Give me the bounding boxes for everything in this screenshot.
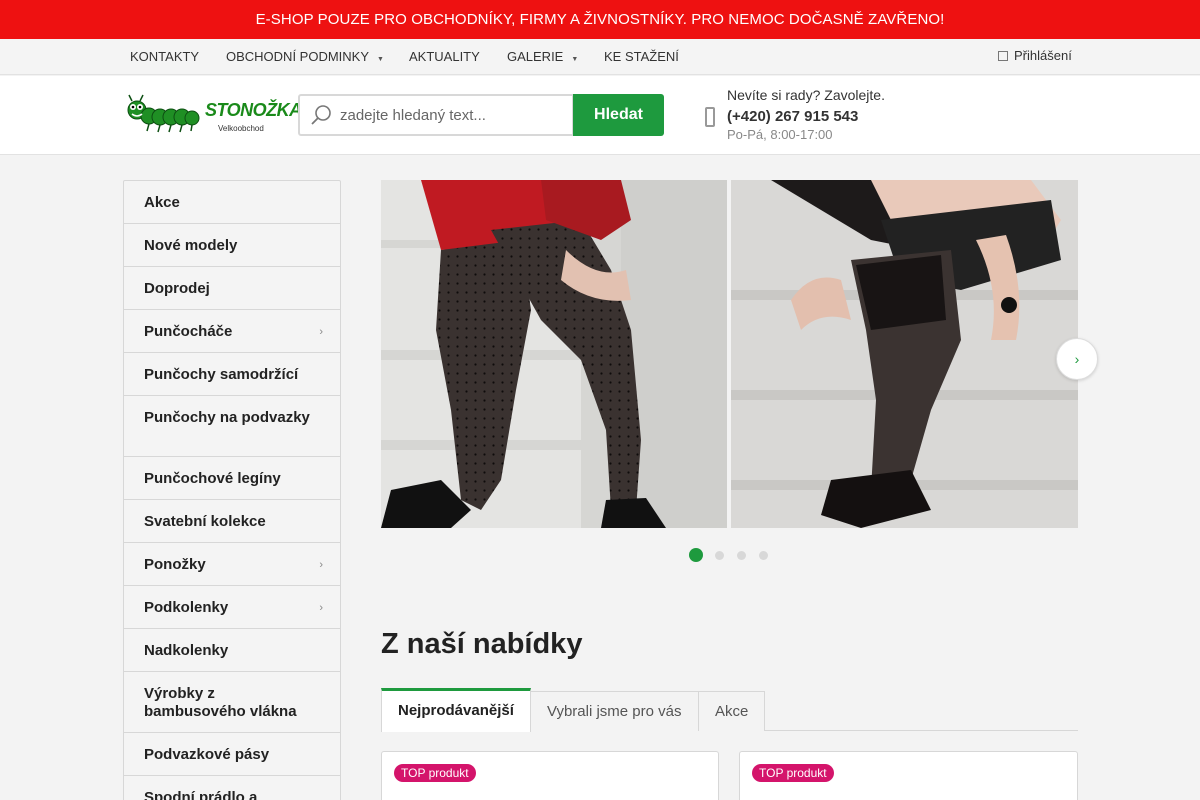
login-link[interactable]: Přihlášení [998,39,1072,75]
chevron-down-icon: ▼ [571,56,579,63]
sidebar-item-ponozky[interactable]: Ponožky › [124,543,340,586]
sidebar-item-puncochy-na-podvazky[interactable]: Punčochy na podvazky [124,396,340,457]
nav-label: AKTUALITY [409,49,480,64]
nav-label: GALERIE [507,49,564,64]
sidebar-item-label: Nové modely [144,237,238,254]
caterpillar-logo-icon [127,94,200,133]
tab-vybrali-jsme[interactable]: Vybrali jsme pro vás [530,691,699,731]
help-phone[interactable]: (+420) 267 915 543 [727,108,858,125]
sidebar-item-nadkolenky[interactable]: Nadkolenky [124,629,340,672]
tab-akce[interactable]: Akce [698,691,766,731]
slide-image-right [731,180,1078,528]
sidebar-item-label: Podkolenky [144,599,229,616]
sidebar-item-label: Výrobky z bambusového vlákna [144,685,297,720]
hero-slider[interactable] [381,180,1078,528]
search-button[interactable]: Hledat [573,94,664,136]
sidebar-item-label: Punčochové legíny [144,470,281,487]
sidebar-item-podkolenky[interactable]: Podkolenky › [124,586,340,629]
sidebar-item-svatebni-kolekce[interactable]: Svatební kolekce [124,500,340,543]
section-title: Z naší nabídky [381,628,583,660]
logo[interactable]: STONOŽKA Velkoobchod [123,94,302,138]
nav-link-galerie[interactable]: GALERIE ▼ [507,39,578,75]
category-sidebar: Akce Nové modely Doprodej Punčocháče › Pu… [123,180,341,800]
search-box [298,94,574,136]
sidebar-item-label: Akce [144,194,180,211]
help-label: Nevíte si rady? Zavolejte. [727,87,885,103]
tab-label: Nejprodávanější [398,702,514,719]
slider-dot-1[interactable] [689,548,703,562]
chevron-right-icon: › [319,559,323,571]
site-header: STONOŽKA Velkoobchod Hledat Nevíte si ra… [0,76,1200,155]
top-navigation: KONTAKTY OBCHODNÍ PODMINKY ▼ AKTUALITY GA… [0,39,1200,75]
sidebar-item-label: Punčocháče [144,323,233,340]
search-icon [311,105,331,125]
nav-link-kontakty[interactable]: KONTAKTY [130,39,199,75]
sidebar-item-label: Svatební kolekce [144,513,266,530]
nav-link-obchodni-podminky[interactable]: OBCHODNÍ PODMINKY ▼ [226,39,384,75]
sidebar-item-podvazkove-pasy[interactable]: Podvazkové pásy [124,733,340,776]
sidebar-item-spodni-pradlo[interactable]: Spodní prádlo a [124,776,340,800]
sidebar-item-puncochace[interactable]: Punčocháče › [124,310,340,353]
sidebar-item-doprodej[interactable]: Doprodej [124,267,340,310]
tab-label: Akce [715,703,749,720]
slider-dot-2[interactable] [715,551,724,560]
sidebar-item-akce[interactable]: Akce [124,181,340,224]
user-icon [998,50,1008,61]
sidebar-item-label: Ponožky [144,556,206,573]
nav-link-aktuality[interactable]: AKTUALITY [409,39,480,75]
product-card[interactable]: TOP produkt [739,751,1078,800]
sidebar-item-nove-modely[interactable]: Nové modely [124,224,340,267]
sidebar-item-label: Doprodej [144,280,210,297]
chevron-right-icon: › [1074,351,1080,367]
slider-dot-3[interactable] [737,551,746,560]
logo-subtitle: Velkoobchod [218,124,264,133]
sidebar-item-puncochove-leginy[interactable]: Punčochové legíny [124,457,340,500]
sidebar-item-bambus[interactable]: Výrobky z bambusového vlákna [124,672,340,733]
sidebar-item-label: Spodní prádlo a [144,789,258,800]
tab-label: Vybrali jsme pro vás [547,703,682,720]
login-label: Přihlášení [1014,48,1072,63]
sidebar-item-puncochy-samodrzici[interactable]: Punčochy samodržící [124,353,340,396]
logo-text: STONOŽKA [205,100,302,120]
slide-image-left [381,180,727,528]
sidebar-item-label: Podvazkové pásy [144,746,270,763]
sidebar-item-label: Nadkolenky [144,642,229,659]
nav-label: OBCHODNÍ PODMINKY [226,49,370,64]
nav-link-ke-stazeni[interactable]: KE STAŽENÍ [604,39,679,75]
nav-label: KONTAKTY [130,49,200,64]
sidebar-item-label: Punčochy na podvazky [144,409,310,426]
product-card[interactable]: TOP produkt [381,751,719,800]
search-input[interactable] [340,96,570,134]
top-product-badge: TOP produkt [394,764,476,782]
phone-icon [705,107,715,127]
chevron-right-icon: › [319,326,323,338]
nav-label: KE STAŽENÍ [604,49,679,64]
top-product-badge: TOP produkt [752,764,834,782]
chevron-down-icon: ▼ [377,56,384,63]
announcement-banner: E-SHOP POUZE PRO OBCHODNÍKY, FIRMY A ŽIV… [0,0,1200,39]
help-hours: Po-Pá, 8:00-17:00 [727,127,833,142]
slider-next-button[interactable]: › [1056,338,1098,380]
chevron-right-icon: › [319,602,323,614]
slider-dot-4[interactable] [759,551,768,560]
offers-tabs: Nejprodávanější Vybrali jsme pro vás Akc… [381,688,1078,732]
tab-nejprodavanejsi[interactable]: Nejprodávanější [381,688,531,732]
sidebar-item-label: Punčochy samodržící [144,366,299,383]
